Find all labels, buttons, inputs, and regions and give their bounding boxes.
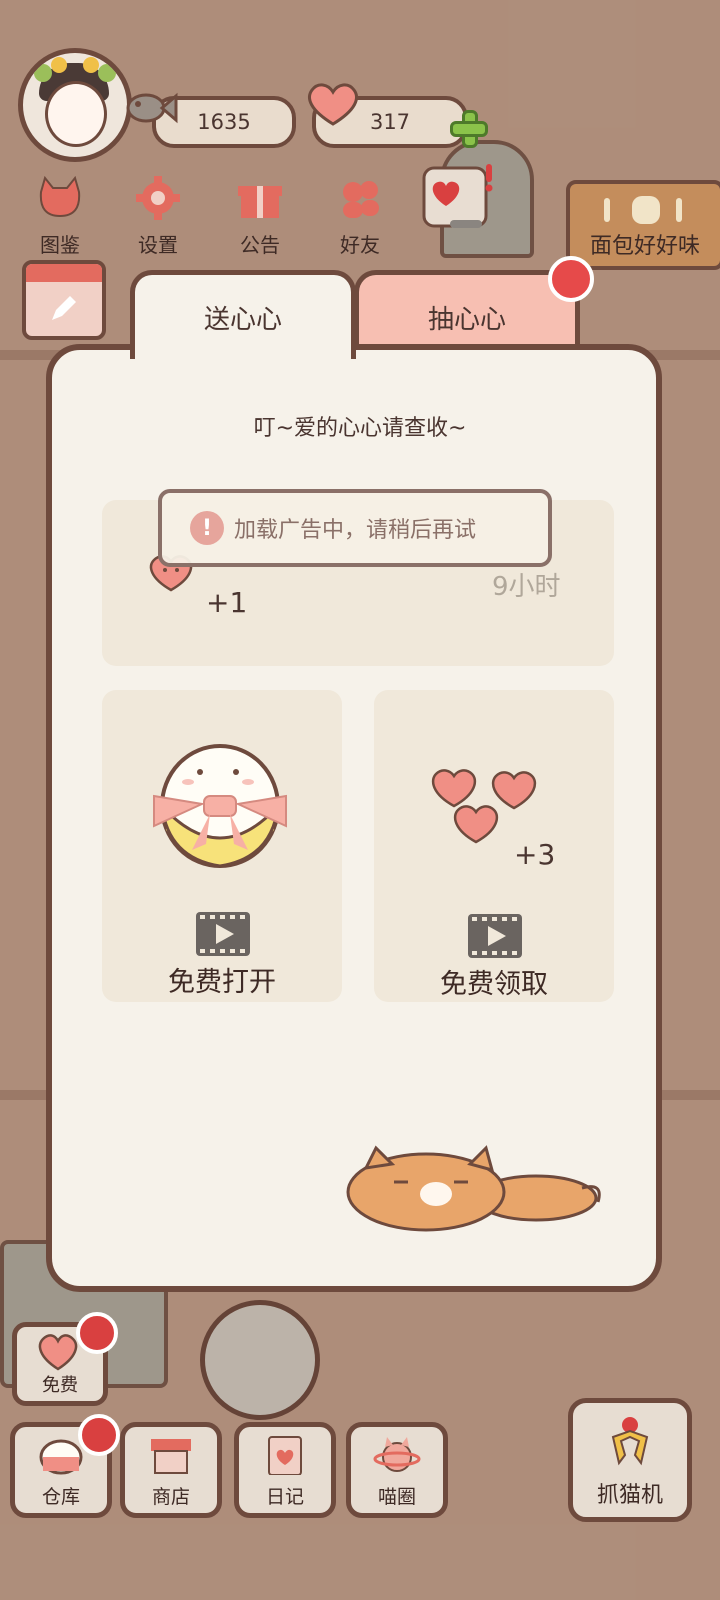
heart-currency-icon bbox=[308, 83, 358, 126]
add-hearts-button[interactable] bbox=[450, 110, 488, 148]
gear-icon bbox=[136, 176, 180, 220]
sign-label: 面包好好味 bbox=[589, 234, 700, 259]
notification-badge bbox=[76, 1312, 118, 1354]
video-ad-icon bbox=[196, 912, 250, 956]
tab-label: 抽心心 bbox=[427, 304, 506, 335]
claw-icon bbox=[611, 1417, 649, 1466]
hearts-panel: 叮~爱的心心请查收~ +1 9小时 免费打开 +3 免费领取 bbox=[46, 344, 662, 1292]
sleeping-cat-illustration bbox=[346, 1145, 601, 1232]
bread-icon bbox=[604, 196, 682, 224]
gift-egg-icon bbox=[153, 744, 287, 868]
bread-shop-sign[interactable]: 面包好好味 bbox=[566, 180, 720, 270]
menu-label: 公告 bbox=[240, 233, 280, 257]
menu-friends[interactable]: 好友 bbox=[324, 176, 396, 258]
warehouse-icon bbox=[39, 1439, 83, 1475]
button-label: 商店 bbox=[151, 1486, 190, 1508]
claw-machine-button[interactable]: 抓猫机 bbox=[568, 1398, 692, 1522]
button-label: 日记 bbox=[265, 1486, 304, 1508]
panel-subtitle: 叮~爱的心心请查收~ bbox=[253, 416, 467, 441]
button-label: 仓库 bbox=[41, 1486, 80, 1508]
shop-button[interactable]: 商店 bbox=[120, 1422, 222, 1518]
cat-planet-icon bbox=[373, 1437, 421, 1472]
tab-send-hearts[interactable]: 送心心 bbox=[130, 270, 356, 359]
notification-badge bbox=[78, 1414, 120, 1456]
notification-badge bbox=[548, 256, 594, 302]
calendar-button[interactable] bbox=[22, 260, 106, 340]
cat-circle-button[interactable]: 喵圈 bbox=[346, 1422, 448, 1518]
menu-label: 好友 bbox=[340, 233, 380, 257]
warning-icon: ! bbox=[190, 511, 224, 545]
friends-icon bbox=[343, 181, 379, 218]
menu-label: 设置 bbox=[138, 233, 178, 257]
menu-announcement[interactable]: 公告 bbox=[224, 176, 296, 258]
button-label: 免费 bbox=[42, 1375, 78, 1396]
menu-collection[interactable]: 图鉴 bbox=[24, 175, 96, 258]
heart-count: 317 bbox=[369, 110, 411, 134]
hearts-reward-card[interactable]: +3 免费领取 bbox=[374, 690, 614, 1002]
fish-count: 1635 bbox=[197, 110, 251, 134]
pencil-icon bbox=[52, 296, 76, 320]
heart-icon bbox=[38, 1334, 78, 1371]
reward-amount: +3 bbox=[514, 838, 556, 871]
free-open-button[interactable]: 免费打开 bbox=[102, 960, 342, 999]
tab-label: 送心心 bbox=[203, 304, 282, 335]
gift-egg-card[interactable]: 免费打开 bbox=[102, 690, 342, 1002]
gift-icon bbox=[238, 186, 282, 218]
button-label: 喵圈 bbox=[377, 1486, 416, 1508]
toast-message: 加载广告中，请稍后再试 bbox=[234, 518, 477, 543]
heart-mail-icon[interactable] bbox=[420, 162, 496, 232]
three-hearts-icon bbox=[431, 769, 537, 844]
button-label: 抓猫机 bbox=[596, 1483, 663, 1508]
cooldown-timer: 9小时 bbox=[492, 572, 561, 602]
fish-icon bbox=[126, 92, 178, 124]
diary-button[interactable]: 日记 bbox=[234, 1422, 336, 1518]
free-claim-button[interactable]: 免费领取 bbox=[374, 962, 614, 1001]
loading-ad-toast: ! 加载广告中，请稍后再试 bbox=[158, 489, 552, 567]
reward-amount: +1 bbox=[206, 586, 248, 619]
shop-icon bbox=[151, 1439, 191, 1474]
player-avatar[interactable] bbox=[18, 48, 132, 162]
menu-label: 图鉴 bbox=[40, 233, 80, 257]
cat-book-icon bbox=[39, 175, 81, 218]
video-ad-icon bbox=[468, 914, 522, 958]
diary-icon bbox=[268, 1436, 302, 1475]
menu-settings[interactable]: 设置 bbox=[122, 176, 194, 258]
